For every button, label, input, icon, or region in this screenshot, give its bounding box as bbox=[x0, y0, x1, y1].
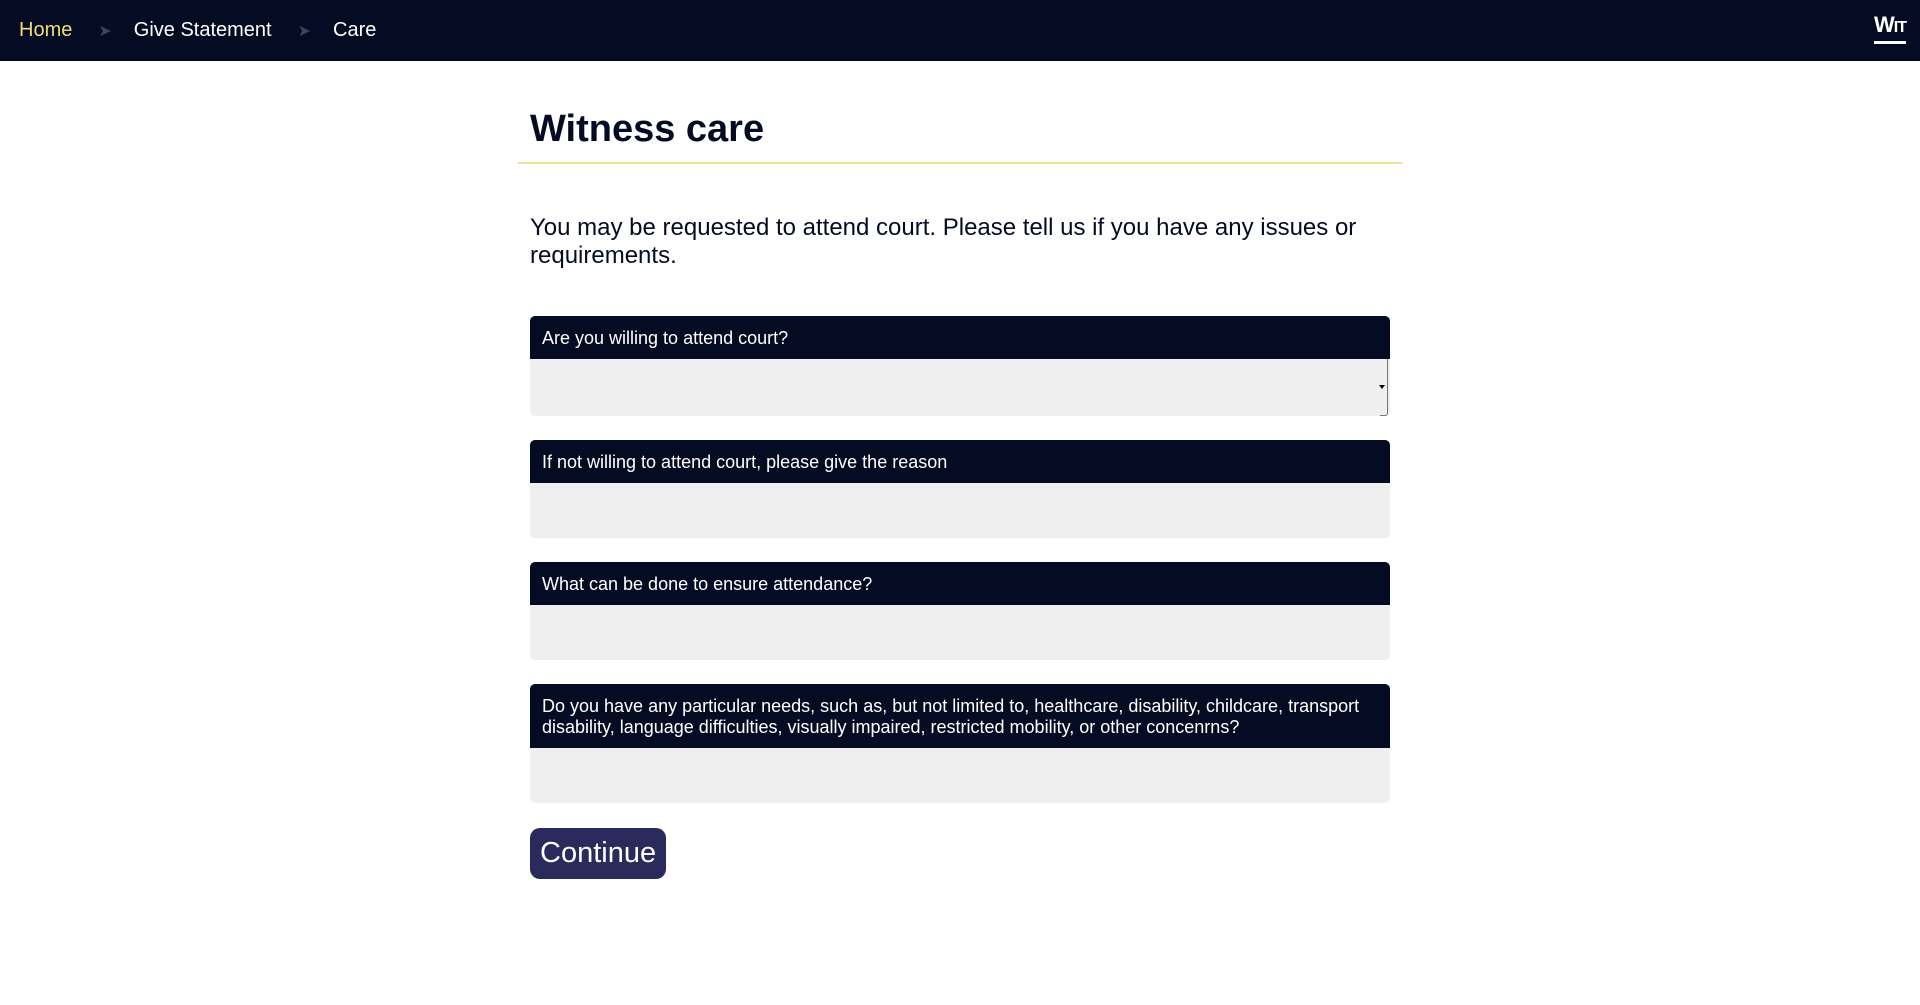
ensure-attendance-field: What can be done to ensure attendance? bbox=[530, 562, 1390, 660]
page-title: Witness care bbox=[530, 108, 765, 150]
breadcrumb-separator-icon: ➤ bbox=[98, 22, 112, 40]
app-logo[interactable]: WIT bbox=[1874, 12, 1907, 44]
breadcrumb-current-care: Care bbox=[333, 19, 377, 41]
particular-needs-label: Do you have any particular needs, such a… bbox=[530, 684, 1390, 748]
ensure-attendance-label: What can be done to ensure attendance? bbox=[530, 562, 1390, 605]
logo-text-big: W bbox=[1874, 12, 1895, 37]
not-attend-reason-field: If not willing to attend court, please g… bbox=[530, 440, 1390, 538]
attend-court-label: Are you willing to attend court? bbox=[530, 316, 1390, 359]
ensure-attendance-input[interactable] bbox=[530, 605, 1390, 660]
particular-needs-input[interactable] bbox=[530, 748, 1390, 803]
continue-button[interactable]: Continue bbox=[530, 828, 667, 879]
attend-court-select-wrap bbox=[530, 359, 1390, 416]
attend-court-select[interactable] bbox=[530, 359, 1390, 416]
top-navbar: Home ➤ Give Statement ➤ Care WIT bbox=[0, 0, 1920, 61]
particular-needs-field: Do you have any particular needs, such a… bbox=[530, 684, 1390, 803]
breadcrumb-home-link[interactable]: Home bbox=[19, 19, 72, 42]
breadcrumb-give-statement-link[interactable]: Give Statement bbox=[134, 19, 272, 42]
not-attend-reason-input[interactable] bbox=[530, 483, 1390, 538]
page-title-section: Witness care bbox=[518, 61, 1403, 164]
attend-court-field: Are you willing to attend court? bbox=[530, 316, 1390, 416]
logo-text-small: IT bbox=[1893, 19, 1907, 36]
chevron-down-icon bbox=[1379, 359, 1388, 416]
intro-text: You may be requested to attend court. Pl… bbox=[530, 214, 1357, 269]
breadcrumb-separator-icon: ➤ bbox=[297, 22, 312, 40]
not-attend-reason-label: If not willing to attend court, please g… bbox=[530, 440, 1390, 483]
main-content: Witness care You may be requested to att… bbox=[518, 61, 1403, 879]
breadcrumb: Home ➤ Give Statement ➤ Care bbox=[0, 19, 376, 42]
